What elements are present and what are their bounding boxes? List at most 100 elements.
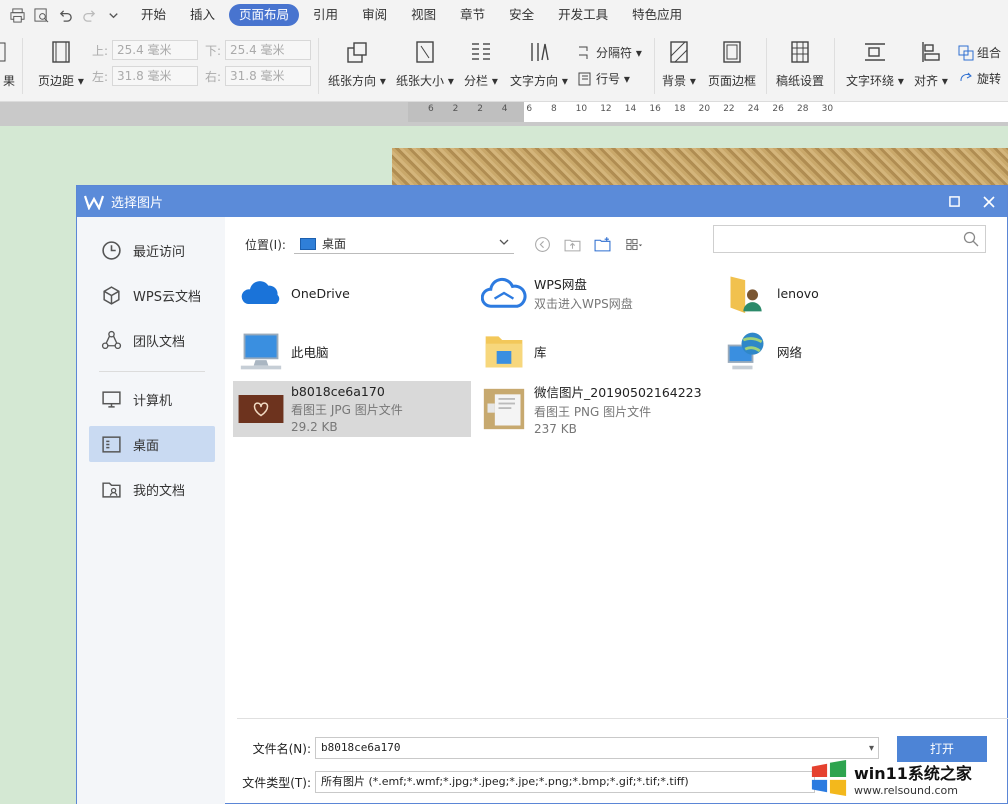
tab-review[interactable]: 审阅: [352, 4, 397, 26]
ruler-tick-label: 4: [501, 104, 508, 114]
tab-view[interactable]: 视图: [401, 4, 446, 26]
location-row: 位置(I): 桌面: [245, 234, 652, 254]
file-item-library[interactable]: 库: [476, 323, 714, 379]
margin-top-field[interactable]: 上: 25.4 毫米: [92, 40, 198, 60]
file-item-wps-cloud[interactable]: WPS网盘 双击进入WPS网盘: [476, 265, 714, 321]
background-icon: [666, 38, 692, 66]
monitor-icon: [99, 387, 123, 411]
align-button[interactable]: 对齐 ▾: [914, 38, 948, 89]
tab-security[interactable]: 安全: [499, 4, 544, 26]
ruler-tick-label: 20: [698, 104, 711, 114]
line-number-button[interactable]: 行号 ▾: [577, 70, 630, 87]
sidebar-item-desktop[interactable]: 桌面: [89, 426, 215, 462]
ruler-tick-label: 2: [477, 104, 483, 114]
sidebar-item-wps-cloud[interactable]: WPS云文档: [89, 277, 215, 313]
tab-page-layout[interactable]: 页面布局: [229, 4, 300, 26]
sidebar-item-team-docs[interactable]: 团队文档: [89, 322, 215, 358]
chevron-down-icon[interactable]: [101, 0, 125, 30]
dialog-title: 选择图片: [111, 196, 164, 211]
dialog-titlebar[interactable]: 选择图片: [77, 186, 1007, 217]
ruler-tick-label: 22: [723, 104, 735, 114]
text-wrap-icon: [862, 38, 888, 66]
undo-icon[interactable]: [53, 0, 77, 30]
redo-icon[interactable]: [77, 0, 101, 30]
group-button[interactable]: 组合: [958, 44, 1001, 61]
ribbon-cut-button[interactable]: 果: [0, 38, 22, 89]
dialog-main: 位置(I): 桌面 OneDrive WPS网盘 双击进入WPS网盘 lenov…: [225, 217, 1007, 804]
site-watermark: win11系统之家 www.relsound.com: [810, 755, 1008, 801]
paper-size-button[interactable]: 纸张大小 ▾: [396, 38, 454, 89]
location-dropdown[interactable]: 桌面: [293, 234, 514, 254]
orientation-icon: [344, 38, 370, 66]
margins-button[interactable]: 页边距 ▾: [38, 38, 84, 89]
margins-icon: [48, 38, 74, 66]
file-item-onedrive[interactable]: OneDrive: [233, 265, 471, 321]
filetype-row: 文件类型(T): 所有图片 (*.emf;*.wmf;*.jpg;*.jpeg;…: [235, 771, 815, 793]
margin-left-field[interactable]: 左: 31.8 毫米: [92, 66, 198, 86]
up-folder-button[interactable]: [558, 234, 588, 254]
tab-insert[interactable]: 插入: [180, 4, 225, 26]
margin-right-field[interactable]: 右: 31.8 毫米: [205, 66, 311, 86]
margin-bottom-field[interactable]: 下: 25.4 毫米: [205, 40, 311, 60]
columns-button[interactable]: 分栏 ▾: [464, 38, 498, 89]
file-item-jpg[interactable]: b8018ce6a170 看图王 JPG 图片文件 29.2 KB: [233, 381, 471, 437]
dialog-sidebar: 最近访问 WPS云文档 团队文档 计算机 桌面 我的文档: [77, 217, 225, 804]
ruler-tick-label: 28: [797, 104, 809, 114]
text-wrap-button[interactable]: 文字环绕 ▾: [846, 38, 904, 89]
clock-icon: [99, 238, 123, 262]
text-direction-button[interactable]: 文字方向 ▾: [510, 38, 568, 89]
sidebar-item-recent[interactable]: 最近访问: [89, 232, 215, 268]
align-icon: [918, 38, 944, 66]
ruler-tick-label: 30: [821, 104, 834, 114]
file-item-png[interactable]: 微信图片_20190502164223 看图王 PNG 图片文件 237 KB: [476, 381, 714, 437]
background-button[interactable]: 背景 ▾: [662, 38, 696, 89]
watermark-url: www.relsound.com: [854, 783, 958, 797]
tab-special[interactable]: 特色应用: [622, 4, 692, 26]
onedrive-icon: [237, 269, 285, 317]
chevron-down-icon: [498, 236, 510, 251]
maximize-icon: [948, 196, 960, 207]
back-button[interactable]: [528, 234, 558, 254]
filetype-select[interactable]: 所有图片 (*.emf;*.wmf;*.jpg;*.jpeg;*.jpe;*.p…: [315, 771, 815, 793]
tab-section[interactable]: 章节: [450, 4, 495, 26]
desktop-icon: [99, 432, 123, 456]
tab-references[interactable]: 引用: [303, 4, 348, 26]
manuscript-icon: [787, 38, 813, 66]
page-texture-background: [392, 148, 1008, 188]
team-icon: [99, 328, 123, 352]
close-button[interactable]: [972, 186, 1006, 217]
separator-button[interactable]: 分隔符 ▾: [577, 44, 642, 61]
sidebar-item-computer[interactable]: 计算机: [89, 381, 215, 417]
tab-developer[interactable]: 开发工具: [548, 4, 618, 26]
ruler-tick-label: 24: [747, 104, 760, 114]
search-icon[interactable]: [963, 231, 979, 247]
new-folder-button[interactable]: [588, 234, 618, 254]
filename-input[interactable]: b8018ce6a170 ▾: [315, 737, 879, 759]
manuscript-settings-button[interactable]: 稿纸设置: [776, 38, 824, 89]
tab-home[interactable]: 开始: [131, 4, 176, 26]
maximize-button[interactable]: [937, 186, 971, 217]
sidebar-item-my-documents[interactable]: 我的文档: [89, 471, 215, 507]
jpg-thumbnail-icon: [237, 385, 285, 433]
new-folder-icon: [594, 236, 611, 251]
rotate-icon: [960, 72, 972, 81]
ruler-tick-label: 18: [674, 104, 686, 114]
filetype-label: 文件类型(T):: [242, 775, 311, 790]
search-input[interactable]: [713, 225, 986, 253]
ruler-tick-label: 16: [649, 104, 661, 114]
line-number-icon: [578, 72, 591, 85]
wps-logo-icon: [83, 192, 105, 212]
page-border-button[interactable]: 页面边框: [708, 38, 756, 89]
rotate-button[interactable]: 旋转: [958, 70, 1001, 87]
orientation-button[interactable]: 纸张方向 ▾: [328, 38, 386, 89]
file-item-network[interactable]: 网络: [719, 323, 957, 379]
computer-icon: [237, 327, 285, 375]
print-preview-icon[interactable]: [29, 0, 53, 30]
back-arrow-icon: [535, 236, 551, 252]
file-item-this-pc[interactable]: 此电脑: [233, 323, 471, 379]
file-item-lenovo[interactable]: lenovo: [719, 265, 957, 321]
horizontal-ruler[interactable]: 6 2 2 4 6 8 10 12 14 16 18 20 22 24 26 28 30: [408, 102, 1008, 122]
cube-icon: [99, 283, 123, 307]
view-mode-button[interactable]: [618, 234, 652, 254]
print-icon[interactable]: [5, 0, 29, 30]
